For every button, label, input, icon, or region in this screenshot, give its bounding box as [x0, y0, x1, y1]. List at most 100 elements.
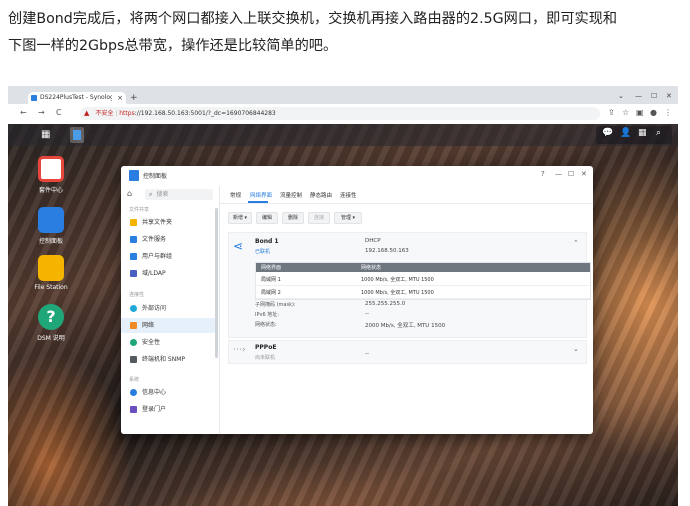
sidebar-top: ⌂ ⌕ 搜索: [125, 189, 213, 201]
tab-search-icon[interactable]: ⌄: [618, 92, 624, 100]
taskbar-control-panel-icon[interactable]: [70, 127, 84, 143]
subnet-value: 255.255.255.0: [365, 301, 406, 307]
ipv6-value: --: [365, 311, 369, 317]
desktop-icon-file-station[interactable]: File Station: [28, 255, 74, 291]
url-field[interactable]: ▲ 不安全 | https://192.168.50.163:5001/?_dc=…: [80, 107, 600, 120]
search-icon[interactable]: ⌕: [656, 128, 661, 138]
desktop-icon-label: File Station: [34, 284, 68, 291]
sidebar-item-label: 安全性: [142, 339, 161, 346]
minimize-button[interactable]: —: [635, 92, 642, 100]
maximize-window-button[interactable]: ☐: [568, 170, 574, 178]
bookmark-star-icon[interactable]: ☆: [622, 108, 629, 117]
section-connectivity[interactable]: 连接性: [129, 291, 144, 298]
sidebar-icon[interactable]: ▣: [636, 108, 644, 117]
profile-icon[interactable]: ●: [650, 108, 657, 117]
main-menu-grid-icon[interactable]: ▦: [41, 129, 50, 140]
home-icon[interactable]: ⌂: [127, 189, 132, 198]
screenshot: DS224PlusTest - Synology NA × + ⌄ — ☐ ✕ …: [8, 86, 678, 506]
url-scheme: https: [119, 110, 135, 117]
table-row[interactable]: 局域网 1 1000 Mb/s, 全双工, MTU 1500: [256, 272, 590, 286]
table-row[interactable]: 局域网 2 1000 Mb/s, 全双工, MTU 1500: [256, 285, 590, 299]
browser-tab[interactable]: DS224PlusTest - Synology NA ×: [28, 92, 126, 104]
manage-button[interactable]: 管理 ▾: [334, 212, 362, 224]
address-bar-row: ← → C ▲ 不安全 | https://192.168.50.163:5001…: [8, 104, 678, 124]
sidebar-item-terminal-snmp[interactable]: 终端机和 SNMP: [121, 352, 217, 367]
sidebar-item-label: 域/LDAP: [142, 270, 166, 277]
reload-icon[interactable]: C: [56, 108, 62, 117]
network-house-icon: [130, 322, 137, 329]
collapse-chevron-icon[interactable]: ⌃: [573, 239, 579, 247]
tab-connectivity[interactable]: 连接性: [340, 191, 357, 199]
edit-button[interactable]: 编辑: [256, 212, 278, 224]
bond-name: Bond 1: [255, 238, 279, 245]
new-tab-button[interactable]: +: [130, 92, 138, 104]
package-center-icon: [38, 156, 64, 182]
browser-chrome: DS224PlusTest - Synology NA × + ⌄ — ☐ ✕ …: [8, 86, 678, 124]
article-line-2: 下图一样的2Gbps总带宽，操作还是比较简单的吧。: [8, 38, 338, 54]
desktop-icon-dsm-help[interactable]: ? DSM 说明: [28, 304, 74, 342]
row-interface: 局域网 1: [261, 277, 281, 283]
synology-favicon-icon: [31, 95, 37, 101]
tab-traffic-control[interactable]: 流量控制: [280, 191, 302, 199]
desktop-icon-label: 套件中心: [38, 187, 63, 194]
expand-chevron-icon[interactable]: ⌄: [573, 345, 579, 353]
sidebar-item-info-center[interactable]: 信息中心: [121, 385, 217, 400]
security-warning[interactable]: 不安全: [95, 110, 113, 117]
sidebar-item-users-groups[interactable]: 用户与群组: [121, 249, 217, 264]
col-state: 网络状态: [361, 265, 382, 271]
search-icon: ⌕: [149, 191, 153, 198]
window-close-button[interactable]: ✕: [666, 92, 672, 100]
login-portal-icon: [130, 406, 137, 413]
share-icon[interactable]: ⇪: [608, 108, 615, 117]
search-input[interactable]: ⌕ 搜索: [145, 189, 213, 200]
desktop-icon-package-center[interactable]: 套件中心: [28, 156, 74, 194]
sidebar-item-login-portal[interactable]: 登录门户: [121, 402, 217, 417]
pppoe-card[interactable]: ⋯› PPPoE 尚未联机 -- ⌄: [228, 340, 587, 364]
desktop-icon-control-panel[interactable]: 控制面板: [28, 207, 74, 245]
notifications-icon[interactable]: 💬: [602, 128, 613, 138]
forward-icon[interactable]: →: [38, 108, 45, 117]
menu-icon[interactable]: ⋮: [664, 108, 672, 117]
tab-general[interactable]: 常规: [230, 191, 241, 199]
taskbar-tray: 💬 👤 ▦ ⌕: [596, 126, 672, 144]
section-system[interactable]: 系统: [129, 376, 139, 383]
section-file-sharing[interactable]: 文件共享: [129, 206, 149, 213]
sidebar-item-external-access[interactable]: 外部访问: [121, 301, 217, 316]
tab-static-route[interactable]: 静态路由: [310, 191, 332, 199]
tab-network-interface[interactable]: 网络界面: [250, 191, 272, 199]
sidebar-item-label: 共享文件夹: [142, 219, 173, 226]
desktop-icon-label: DSM 说明: [37, 335, 65, 342]
minimize-window-button[interactable]: —: [555, 170, 562, 178]
connect-button[interactable]: 连接: [308, 212, 330, 224]
maximize-button[interactable]: ☐: [651, 92, 657, 100]
back-icon[interactable]: ←: [20, 108, 27, 117]
sidebar-item-file-services[interactable]: 文件服务: [121, 232, 217, 247]
sidebar-scrollbar[interactable]: [215, 208, 218, 358]
close-window-button[interactable]: ✕: [581, 170, 587, 178]
tab-title: DS224PlusTest - Synology NA: [40, 94, 112, 101]
bond-card[interactable]: ⋖ Bond 1 已联机 DHCP 192.168.50.163 ⌃ 网络界面 …: [228, 232, 591, 338]
create-button[interactable]: 新增 ▾: [228, 212, 252, 224]
pppoe-arrow-icon: ⋯›: [233, 345, 246, 355]
help-button[interactable]: ?: [541, 170, 545, 178]
warning-icon: ▲: [84, 109, 90, 117]
sidebar-item-label: 终端机和 SNMP: [142, 356, 185, 363]
dsm-taskbar: ▦ 💬 👤 ▦ ⌕: [8, 124, 678, 146]
sidebar: ⌂ ⌕ 搜索 文件共享 共享文件夹 文件服务 用户与群组 域/LDAP 连接性 外…: [121, 186, 220, 434]
main-pane: 常规 网络界面 流量控制 静态路由 连接性 新增 ▾ 编辑 删除 连接 管理 ▾…: [220, 186, 593, 434]
sidebar-item-domain-ldap[interactable]: 域/LDAP: [121, 266, 217, 281]
sidebar-item-network[interactable]: 网络: [121, 318, 217, 333]
sidebar-item-security[interactable]: 安全性: [121, 335, 217, 350]
info-icon: [130, 389, 137, 396]
shield-icon: [130, 339, 137, 346]
user-icon[interactable]: 👤: [620, 128, 631, 138]
sidebar-item-label: 外部访问: [142, 305, 167, 312]
pppoe-value: --: [365, 351, 369, 357]
delete-button[interactable]: 删除: [282, 212, 304, 224]
sidebar-item-label: 用户与群组: [142, 253, 173, 260]
sidebar-item-shared-folder[interactable]: 共享文件夹: [121, 215, 217, 230]
control-panel-icon: [38, 207, 64, 233]
window-titlebar[interactable]: 控制面板 ? — ☐ ✕: [121, 166, 593, 186]
tab-close-icon[interactable]: ×: [117, 92, 123, 104]
widgets-icon[interactable]: ▦: [638, 128, 647, 138]
